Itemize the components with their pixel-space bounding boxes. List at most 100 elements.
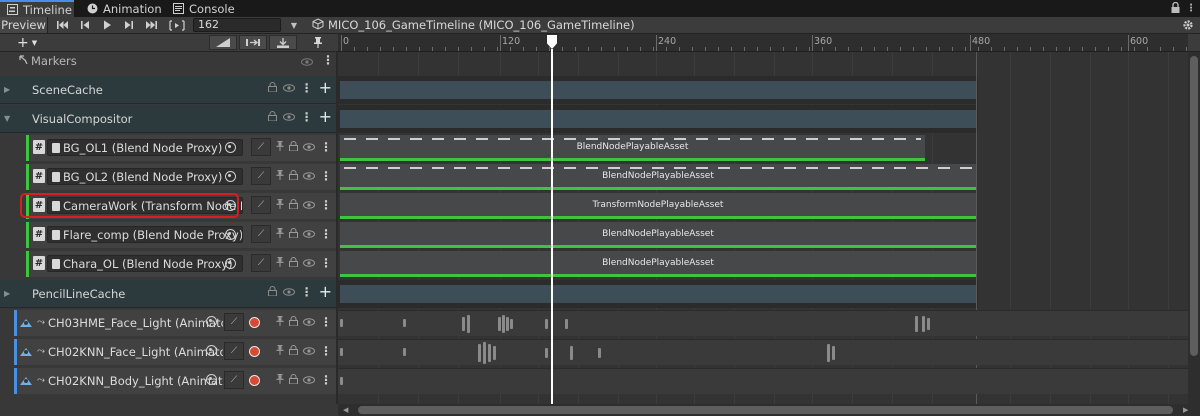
lock-icon[interactable] xyxy=(289,198,298,212)
more-icon[interactable]: ⋮ xyxy=(320,344,332,358)
pin-icon[interactable] xyxy=(276,169,284,183)
curves-icon[interactable]: ⟋ xyxy=(251,196,271,214)
keyframe[interactable] xyxy=(403,348,406,356)
track-bg-ol1[interactable]: # BG_OL1 (Blend Node Proxy) ⟋ ⋮ xyxy=(26,135,336,161)
visibility-icon[interactable] xyxy=(303,170,315,183)
keyframe[interactable] xyxy=(927,318,930,330)
preview-button[interactable]: Preview xyxy=(0,17,48,33)
curves-icon[interactable]: ⟋ xyxy=(251,167,271,185)
clip-edit-mode-ripple-icon[interactable] xyxy=(239,35,267,50)
lock-icon[interactable] xyxy=(289,140,298,154)
track-binding-field[interactable]: ⤳ CH03HME_Face_Light (Animato xyxy=(33,314,223,331)
go-to-end-icon[interactable] xyxy=(140,17,162,33)
curves-icon[interactable]: ⟋ xyxy=(224,313,244,331)
horizontal-scrollbar-thumb[interactable] xyxy=(358,406,1173,414)
scroll-left-arrow-icon[interactable]: ◀ xyxy=(343,404,348,416)
keyframe[interactable] xyxy=(467,315,470,333)
lock-icon[interactable] xyxy=(289,344,298,358)
keyframe[interactable] xyxy=(565,319,568,329)
timeline-dropdown-icon[interactable]: ▼ xyxy=(288,17,300,33)
current-frame-input[interactable]: 162 xyxy=(193,18,281,32)
track-flare-comp[interactable]: # Flare_comp (Blend Node Proxy) ⟋ ⋮ xyxy=(26,222,336,248)
curves-icon[interactable]: ⟋ xyxy=(224,342,244,360)
group-pencillinecache[interactable]: ▶ PencilLineCache ⋮ + xyxy=(0,280,336,308)
keyframe[interactable] xyxy=(488,344,491,362)
keyframe[interactable] xyxy=(832,346,835,360)
more-icon[interactable]: ⋮ xyxy=(301,81,313,95)
track-binding-field[interactable]: Chara_OL (Blend Node Proxy) xyxy=(47,255,243,272)
gear-icon[interactable] xyxy=(1182,17,1194,33)
pin-icon[interactable] xyxy=(276,373,284,387)
keyframe[interactable] xyxy=(462,317,465,331)
more-icon[interactable]: ⋮ xyxy=(301,110,313,124)
visibility-icon[interactable] xyxy=(303,316,315,329)
clip-bg-ol1[interactable]: BlendNodePlayableAsset xyxy=(340,135,925,161)
keyframe[interactable] xyxy=(403,319,406,327)
markers-row[interactable]: Markers ⋮ xyxy=(0,52,336,70)
play-icon[interactable] xyxy=(96,17,118,33)
keyframe[interactable] xyxy=(340,377,343,385)
object-picker-icon[interactable] xyxy=(206,374,217,385)
go-to-start-icon[interactable] xyxy=(52,17,74,33)
object-picker-icon[interactable] xyxy=(206,316,217,327)
expand-arrow-icon[interactable]: ▶ xyxy=(4,85,10,94)
lock-icon[interactable] xyxy=(289,373,298,387)
vertical-scrollbar[interactable] xyxy=(1188,52,1200,404)
more-icon[interactable]: ⋮ xyxy=(320,140,332,154)
next-frame-icon[interactable] xyxy=(118,17,140,33)
pin-icon[interactable] xyxy=(276,315,284,329)
group-visualcompositor[interactable]: ▼ VisualCompositor ⋮ + xyxy=(0,105,336,133)
more-icon[interactable]: ⋮ xyxy=(320,227,332,241)
track-binding-field[interactable]: ⤳ CH02KNN_Body_Light (Animato xyxy=(33,372,223,389)
object-picker-icon[interactable] xyxy=(225,142,236,153)
lock-icon[interactable] xyxy=(1171,1,1180,16)
keyframe[interactable] xyxy=(498,317,501,331)
more-icon[interactable]: ⋮ xyxy=(320,198,332,212)
keyframe[interactable] xyxy=(922,316,925,332)
add-track-button[interactable]: + ▼ xyxy=(17,35,37,51)
record-icon[interactable] xyxy=(249,374,260,386)
more-icon[interactable]: ⋮ xyxy=(301,285,313,299)
pin-icon[interactable] xyxy=(276,198,284,212)
object-picker-icon[interactable] xyxy=(225,229,236,240)
keyframe[interactable] xyxy=(483,342,486,364)
keyframe[interactable] xyxy=(510,319,513,329)
keyframe[interactable] xyxy=(827,344,830,362)
lock-icon[interactable] xyxy=(267,81,277,95)
track-binding-field[interactable]: BG_OL2 (Blend Node Proxy) xyxy=(47,168,243,185)
clip-chara-ol[interactable]: BlendNodePlayableAsset xyxy=(340,251,976,277)
visualcompositor-group-clip[interactable] xyxy=(340,110,976,128)
pin-icon[interactable] xyxy=(276,344,284,358)
pin-icon[interactable] xyxy=(276,227,284,241)
tab-timeline[interactable]: Timeline xyxy=(0,0,74,17)
time-ruler[interactable]: 0 120 240 360 480 600 xyxy=(338,34,1188,52)
collapse-arrow-icon[interactable]: ▼ xyxy=(4,114,10,123)
play-range-icon[interactable] xyxy=(166,17,188,33)
visibility-icon[interactable] xyxy=(303,228,315,241)
vertical-scrollbar-thumb[interactable] xyxy=(1190,56,1198,356)
lock-icon[interactable] xyxy=(289,256,298,270)
keyframe[interactable] xyxy=(570,346,573,360)
keyframe[interactable] xyxy=(915,316,918,332)
object-picker-icon[interactable] xyxy=(225,258,236,269)
track-chara-ol[interactable]: # Chara_OL (Blend Node Proxy) ⟋ ⋮ xyxy=(26,251,336,277)
track-binding-field[interactable]: Flare_comp (Blend Node Proxy) xyxy=(47,226,243,243)
add-track-plus-icon[interactable]: + xyxy=(319,284,332,300)
timeline-asset-selector[interactable]: MICO_106_GameTimeline (MICO_106_GameTime… xyxy=(312,17,635,33)
visibility-icon[interactable] xyxy=(282,111,295,124)
anim-track-ch02knn-body-light[interactable]: ⤳ CH02KNN_Body_Light (Animato ⟋ ⋮ xyxy=(14,368,336,394)
curves-icon[interactable]: ⟋ xyxy=(251,225,271,243)
visibility-icon[interactable] xyxy=(303,257,315,270)
lock-icon[interactable] xyxy=(267,110,277,124)
add-track-plus-icon[interactable]: + xyxy=(319,109,332,125)
keyframe[interactable] xyxy=(478,344,481,362)
more-icon[interactable]: ⋮ xyxy=(320,373,332,387)
lock-icon[interactable] xyxy=(289,169,298,183)
curves-icon[interactable]: ⟋ xyxy=(224,371,244,389)
pencillinecache-group-clip[interactable] xyxy=(340,285,976,303)
object-picker-icon[interactable] xyxy=(206,345,217,356)
track-binding-field[interactable]: ⤳ CH02KNN_Face_Light (Animato xyxy=(33,343,223,360)
add-track-plus-icon[interactable]: + xyxy=(319,80,332,96)
more-icon[interactable]: ⋮ xyxy=(320,315,332,329)
clip-edit-mode-replace-icon[interactable] xyxy=(269,35,297,50)
